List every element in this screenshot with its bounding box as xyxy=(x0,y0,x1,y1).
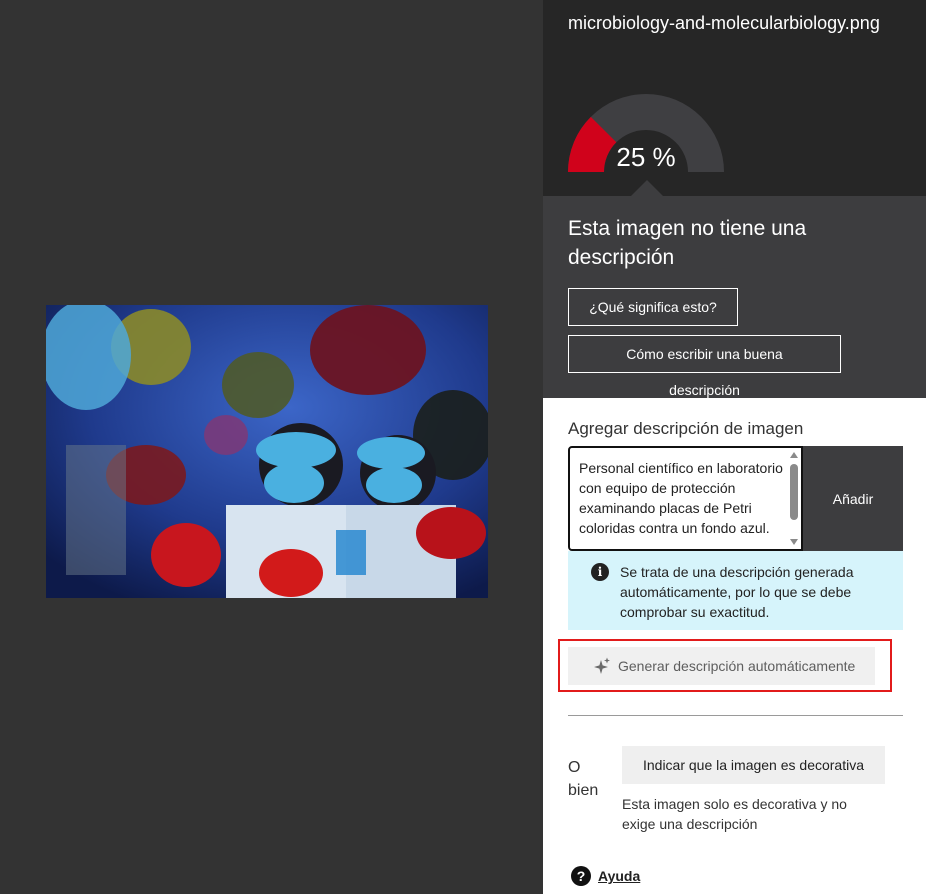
pointer-notch xyxy=(631,180,663,196)
status-title: Esta imagen no tiene una descripción xyxy=(568,217,807,269)
generate-description-button[interactable]: Generar descripción automáticamente xyxy=(568,647,875,685)
info-icon: i xyxy=(591,563,609,581)
alt-text-panel: microbiology-and-molecularbiology.png 25… xyxy=(543,0,926,894)
accessibility-score-gauge: 25 % xyxy=(568,94,724,172)
description-label: Agregar descripción de imagen xyxy=(568,419,804,438)
sparkle-icon xyxy=(594,657,610,674)
decorative-note: Esta imagen solo es decorativa y no exig… xyxy=(622,796,847,832)
divider xyxy=(568,715,903,716)
description-scrollbar[interactable] xyxy=(789,450,799,547)
image-preview xyxy=(46,305,488,598)
description-text[interactable]: Personal científico en laboratorio con e… xyxy=(579,458,784,538)
help-icon[interactable]: ? xyxy=(571,866,591,886)
panel-header: microbiology-and-molecularbiology.png 25… xyxy=(543,0,926,196)
how-to-write-button[interactable]: Cómo escribir una buena descripción xyxy=(568,335,841,398)
add-description-button[interactable]: Añadir xyxy=(803,446,903,551)
status-block: Esta imagen no tiene una descripción ¿Qu… xyxy=(543,196,926,398)
description-field[interactable]: Personal científico en laboratorio con e… xyxy=(568,446,803,551)
scroll-down-icon[interactable] xyxy=(790,539,798,545)
what-does-this-mean-button[interactable]: ¿Qué significa esto? xyxy=(568,288,738,326)
file-name: microbiology-and-molecularbiology.png xyxy=(568,13,880,33)
generate-description-label: Generar descripción automáticamente xyxy=(618,658,856,674)
auto-generated-note: i Se trata de una descripción generada a… xyxy=(568,551,903,630)
auto-note-text: Se trata de una descripción generada aut… xyxy=(620,564,854,620)
scroll-thumb[interactable] xyxy=(790,464,798,520)
help-link[interactable]: Ayuda xyxy=(598,868,640,884)
or-label: O bien xyxy=(568,759,599,799)
mark-decorative-button[interactable]: Indicar que la imagen es decorativa xyxy=(622,746,885,784)
scroll-up-icon[interactable] xyxy=(790,452,798,458)
score-value: 25 % xyxy=(616,142,676,172)
preview-pane xyxy=(0,0,543,894)
